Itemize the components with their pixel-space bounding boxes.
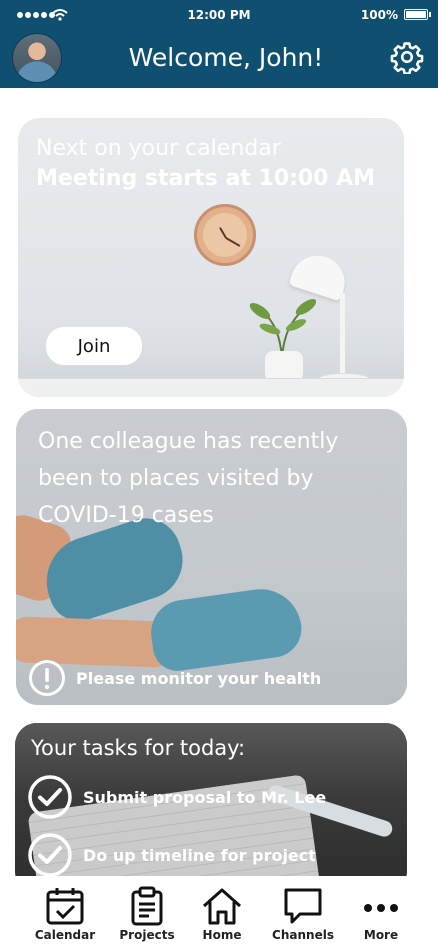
check-circle-icon[interactable] xyxy=(27,774,73,820)
bottom-tab-bar: Calendar Projects Home Channels More xyxy=(0,876,438,946)
page-title: Welcome, John! xyxy=(128,43,324,72)
task-item[interactable]: Do up timeline for project xyxy=(27,832,316,878)
tasks-card[interactable]: Your tasks for today: Submit proposal to… xyxy=(15,723,407,893)
clipboard-icon xyxy=(131,886,163,926)
health-alert-text: Please monitor your health xyxy=(76,669,322,688)
task-label: Submit proposal to Mr. Lee xyxy=(83,787,327,807)
chat-icon xyxy=(284,888,322,924)
tab-channels[interactable]: Channels xyxy=(263,886,343,942)
join-button[interactable]: Join xyxy=(46,327,142,365)
more-icon xyxy=(364,904,398,912)
meeting-headline: Meeting starts at 10:00 AM xyxy=(36,166,376,191)
status-bar: 12:00 PM 100% xyxy=(0,0,438,30)
calendar-icon xyxy=(46,888,84,925)
battery-icon xyxy=(404,9,431,20)
tab-label: Projects xyxy=(119,928,175,942)
tab-more[interactable]: More xyxy=(341,886,421,942)
covid-message: One colleague has recently been to place… xyxy=(38,429,339,528)
avatar[interactable] xyxy=(12,33,62,83)
desk-shelf xyxy=(18,378,404,397)
home-icon xyxy=(203,888,241,925)
plant-image xyxy=(249,298,316,358)
tab-label: Calendar xyxy=(34,928,96,942)
tab-calendar[interactable]: Calendar xyxy=(25,886,105,942)
tab-label: Channels xyxy=(272,928,334,942)
app-header: 12:00 PM 100% Welcome, John! xyxy=(0,0,438,88)
lamp-pole xyxy=(340,293,345,378)
tab-home[interactable]: Home xyxy=(182,886,262,942)
calendar-card[interactable]: Next on your calendar Meeting starts at … xyxy=(18,118,404,397)
calendar-subtitle: Next on your calendar xyxy=(36,136,281,161)
tab-label: Home xyxy=(202,928,242,942)
task-item[interactable]: Submit proposal to Mr. Lee xyxy=(27,774,326,820)
tab-projects[interactable]: Projects xyxy=(107,886,187,942)
gear-icon[interactable] xyxy=(390,40,424,74)
clock-image xyxy=(194,204,256,266)
tab-label: More xyxy=(363,928,399,942)
alert-icon xyxy=(29,660,65,696)
check-circle-icon[interactable] xyxy=(27,832,73,878)
tasks-title: Your tasks for today: xyxy=(31,736,246,760)
task-label: Do up timeline for project xyxy=(83,845,316,865)
covid-alert-card[interactable]: One colleague has recently been to place… xyxy=(16,409,407,705)
app-screen: 12:00 PM 100% Welcome, John! Next on you… xyxy=(0,0,438,946)
battery-percentage: 100% xyxy=(360,8,398,22)
